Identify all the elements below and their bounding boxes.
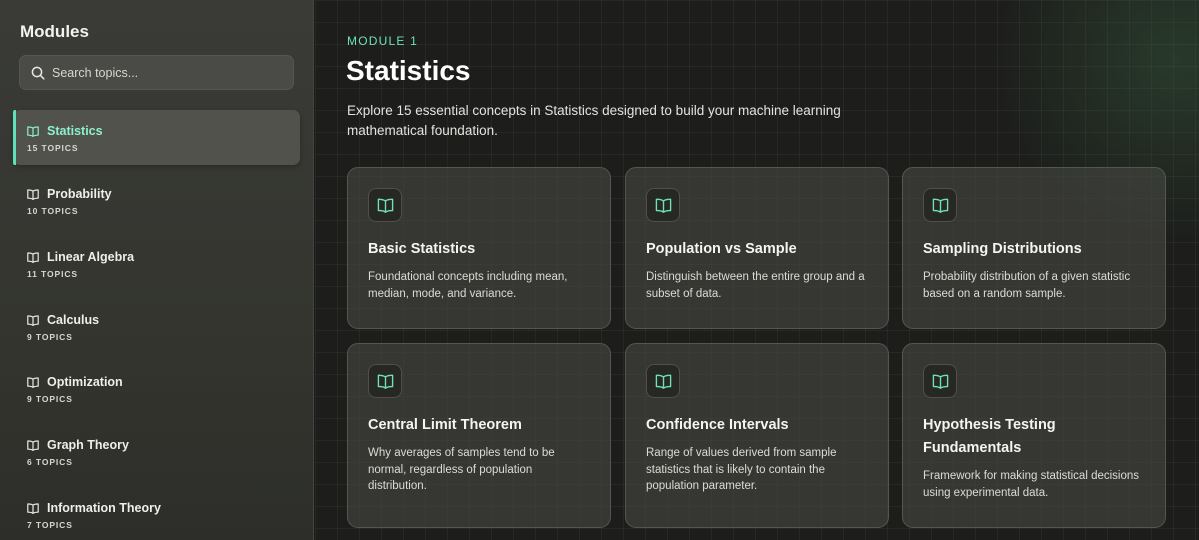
- book-icon: [923, 364, 957, 398]
- book-icon: [27, 376, 39, 388]
- topic-count: 10 TOPICS: [27, 206, 79, 216]
- card-title: Central Limit Theorem: [368, 417, 522, 433]
- book-icon: [27, 439, 39, 451]
- sidebar: Modules Statistics 15 TOPICS Probability…: [0, 0, 314, 540]
- topic-count: 9 TOPICS: [27, 394, 73, 404]
- book-icon: [27, 314, 39, 326]
- search-input[interactable]: [52, 65, 272, 80]
- sidebar-item-label: Optimization: [47, 375, 123, 389]
- card-description: Why averages of samples tend to be norma…: [368, 447, 555, 492]
- card-title: Basic Statistics: [368, 241, 476, 257]
- topic-count: 11 TOPICS: [27, 269, 78, 279]
- book-icon: [27, 502, 39, 514]
- topic-card-central-limit-theorem[interactable]: Central Limit Theorem Why averages of sa…: [347, 343, 611, 528]
- card-title: Hypothesis Testing Fundamentals: [923, 417, 1056, 456]
- sidebar-item-label: Probability: [47, 187, 112, 201]
- book-icon: [27, 125, 39, 137]
- sidebar-item-optimization[interactable]: Optimization 9 TOPICS: [13, 361, 300, 416]
- card-description: Range of values derived from sample stat…: [646, 447, 837, 492]
- book-icon: [27, 188, 39, 200]
- book-icon: [646, 188, 680, 222]
- book-icon: [646, 364, 680, 398]
- sidebar-item-label: Linear Algebra: [47, 250, 135, 264]
- book-icon: [368, 188, 402, 222]
- topic-count: 7 TOPICS: [27, 520, 73, 530]
- card-description: Distinguish between the entire group and…: [646, 271, 865, 300]
- search-box[interactable]: [19, 55, 294, 90]
- sidebar-item-statistics[interactable]: Statistics 15 TOPICS: [13, 110, 300, 165]
- sidebar-item-label: Graph Theory: [47, 438, 129, 452]
- topic-card-basic-statistics[interactable]: Basic Statistics Foundational concepts i…: [347, 167, 611, 329]
- card-title: Population vs Sample: [646, 241, 797, 257]
- topic-count: 9 TOPICS: [27, 332, 73, 342]
- topic-card-confidence-intervals[interactable]: Confidence Intervals Range of values der…: [625, 343, 889, 528]
- card-description: Foundational concepts including mean, me…: [368, 271, 568, 300]
- book-icon: [27, 251, 39, 263]
- topic-card-population-vs-sample[interactable]: Population vs Sample Distinguish between…: [625, 167, 889, 329]
- topic-count: 15 TOPICS: [27, 143, 79, 153]
- topic-card-hypothesis-testing[interactable]: Hypothesis Testing Fundamentals Framewor…: [902, 343, 1166, 528]
- sidebar-item-label: Information Theory: [47, 501, 161, 515]
- sidebar-item-graph-theory[interactable]: Graph Theory 6 TOPICS: [13, 424, 300, 479]
- sidebar-item-information-theory[interactable]: Information Theory 7 TOPICS: [13, 487, 300, 540]
- topic-count: 6 TOPICS: [27, 457, 73, 467]
- book-icon: [368, 364, 402, 398]
- sidebar-item-label: Statistics: [47, 124, 103, 138]
- module-eyebrow: MODULE 1: [347, 34, 418, 48]
- card-title: Confidence Intervals: [646, 417, 789, 433]
- book-icon: [923, 188, 957, 222]
- card-description: Probability distribution of a given stat…: [923, 271, 1131, 300]
- sidebar-item-label: Calculus: [47, 313, 100, 327]
- sidebar-item-linear-algebra[interactable]: Linear Algebra 11 TOPICS: [13, 236, 300, 291]
- sidebar-item-calculus[interactable]: Calculus 9 TOPICS: [13, 299, 300, 354]
- card-title: Sampling Distributions: [923, 241, 1082, 257]
- page-title: Statistics: [346, 55, 471, 86]
- sidebar-title: Modules: [20, 22, 89, 41]
- search-icon: [31, 66, 45, 80]
- main-content: MODULE 1 Statistics Explore 15 essential…: [315, 0, 1199, 540]
- topic-card-sampling-distributions[interactable]: Sampling Distributions Probability distr…: [902, 167, 1166, 329]
- module-description: Explore 15 essential concepts in Statist…: [347, 103, 841, 138]
- sidebar-item-probability[interactable]: Probability 10 TOPICS: [13, 173, 300, 228]
- card-description: Framework for making statistical decisio…: [923, 470, 1140, 499]
